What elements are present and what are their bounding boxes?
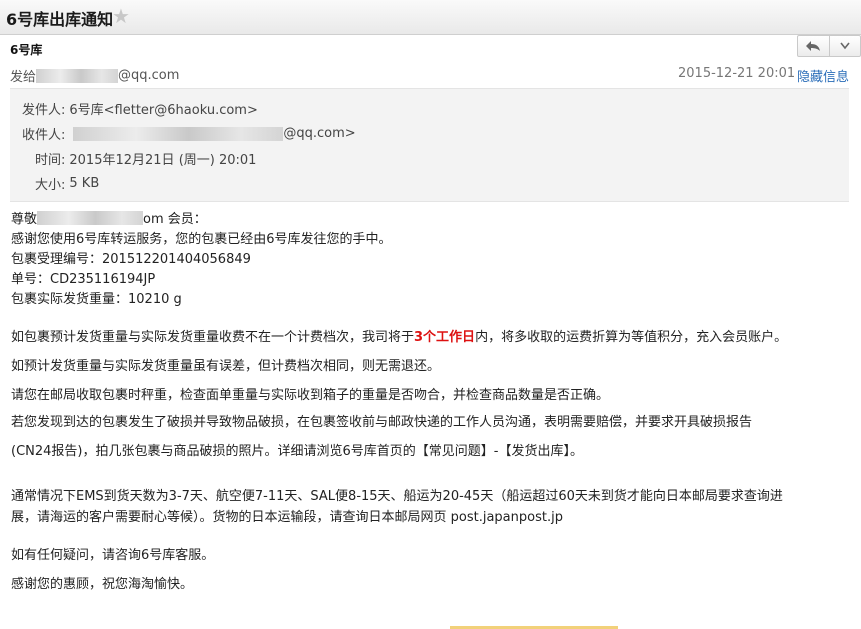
- chevron-down-icon: [840, 42, 850, 50]
- email-subject-title: 6号库出库通知: [6, 10, 114, 29]
- to-label: 收件人:: [22, 128, 66, 143]
- email-title-bar: 6号库出库通知 ★: [0, 0, 861, 35]
- closing-line: 感谢您的惠顾，祝您海淘愉快。: [11, 577, 194, 592]
- star-icon[interactable]: ★: [112, 4, 130, 28]
- more-actions-dropdown[interactable]: [830, 36, 861, 56]
- redacted-username: [37, 210, 144, 225]
- package-id-line: 包裹受理编号：201512201404056849: [11, 252, 251, 267]
- shipping-times-line1: 通常情况下EMS到货天数为3-7天、航空便7-11天、SAL便8-15天、船运为…: [11, 489, 783, 504]
- hide-info-link[interactable]: 隐藏信息: [797, 66, 849, 85]
- size-value: 5 KB: [69, 176, 100, 191]
- greeting-line: 尊敬 om 会员：: [11, 208, 207, 227]
- time-value: 2015年12月21日 (周一) 20:01: [69, 153, 257, 168]
- time-row: 时间: 2015年12月21日 (周一) 20:01: [35, 149, 256, 168]
- refund-days-highlight: 3个工作日: [414, 330, 476, 345]
- weight-line: 包裹实际发货重量：10210 g: [11, 292, 182, 307]
- reply-toolbar: [797, 35, 861, 57]
- email-date: 2015-12-21 20:01: [678, 66, 796, 81]
- weigh-check-paragraph: 请您在邮局收取包裹时秤重，检查面单重量与实际收到箱子的重量是否吻合，并检查商品数…: [11, 388, 610, 403]
- no-refund-paragraph: 如预计发货重量与实际发货重量虽有误差，但计费档次相同，则无需退还。: [11, 359, 441, 374]
- tracking-number-line: 单号：CD235116194JP: [11, 272, 156, 287]
- refund-paragraph: 如包裹预计发货重量与实际发货重量收费不在一个计费档次，我司将于3个工作日内，将多…: [11, 326, 787, 345]
- redacted-email: [36, 68, 119, 83]
- redacted-recipient: [73, 126, 284, 141]
- shipping-times-line2: 展，请海运的客户需要耐心等候）。货物的日本运输段，请查询日本邮局网页 post.…: [11, 510, 563, 525]
- greeting-suffix: om 会员：: [143, 212, 207, 227]
- to-suffix: @qq.com>: [283, 126, 356, 141]
- damage-paragraph-line1: 若您发现到达的包裹发生了破损并导致物品破损，在包裹签收前与邮政快递的工作人员沟通…: [11, 415, 753, 430]
- email-details-panel: 发件人: 6号库<fletter@6haoku.com> 收件人: @qq.co…: [10, 88, 849, 202]
- size-row: 大小: 5 KB: [35, 174, 99, 193]
- thanks-line: 感谢您使用6号库转运服务，您的包裹已经由6号库发往您的手中。: [11, 232, 392, 247]
- time-label: 时间:: [35, 153, 66, 168]
- size-label: 大小:: [35, 178, 66, 193]
- send-to-line: 发给 @qq.com: [10, 66, 179, 85]
- from-label: 发件人:: [22, 103, 66, 118]
- from-value: 6号库<fletter@6haoku.com>: [69, 103, 258, 118]
- refund-text-before: 如包裹预计发货重量与实际发货重量收费不在一个计费档次，我司将于: [11, 330, 415, 345]
- damage-paragraph-line2: (CN24报告)，拍几张包裹与商品破损的照片。详细请浏览6号库首页的【常见问题】…: [11, 444, 583, 459]
- reply-button[interactable]: [798, 36, 830, 56]
- contact-support-line: 如有任何疑问，请咨询6号库客服。: [11, 548, 215, 563]
- from-row: 发件人: 6号库<fletter@6haoku.com>: [22, 99, 258, 118]
- reply-icon: [806, 41, 821, 51]
- greeting-prefix: 尊敬: [11, 212, 38, 227]
- send-to-suffix: @qq.com: [118, 68, 180, 83]
- sender-name: 6号库: [10, 43, 43, 57]
- to-row: 收件人: @qq.com>: [22, 124, 356, 143]
- send-to-prefix: 发给: [10, 70, 37, 85]
- refund-text-after: 内，将多收取的运费折算为等值积分，充入会员账户。: [475, 330, 788, 345]
